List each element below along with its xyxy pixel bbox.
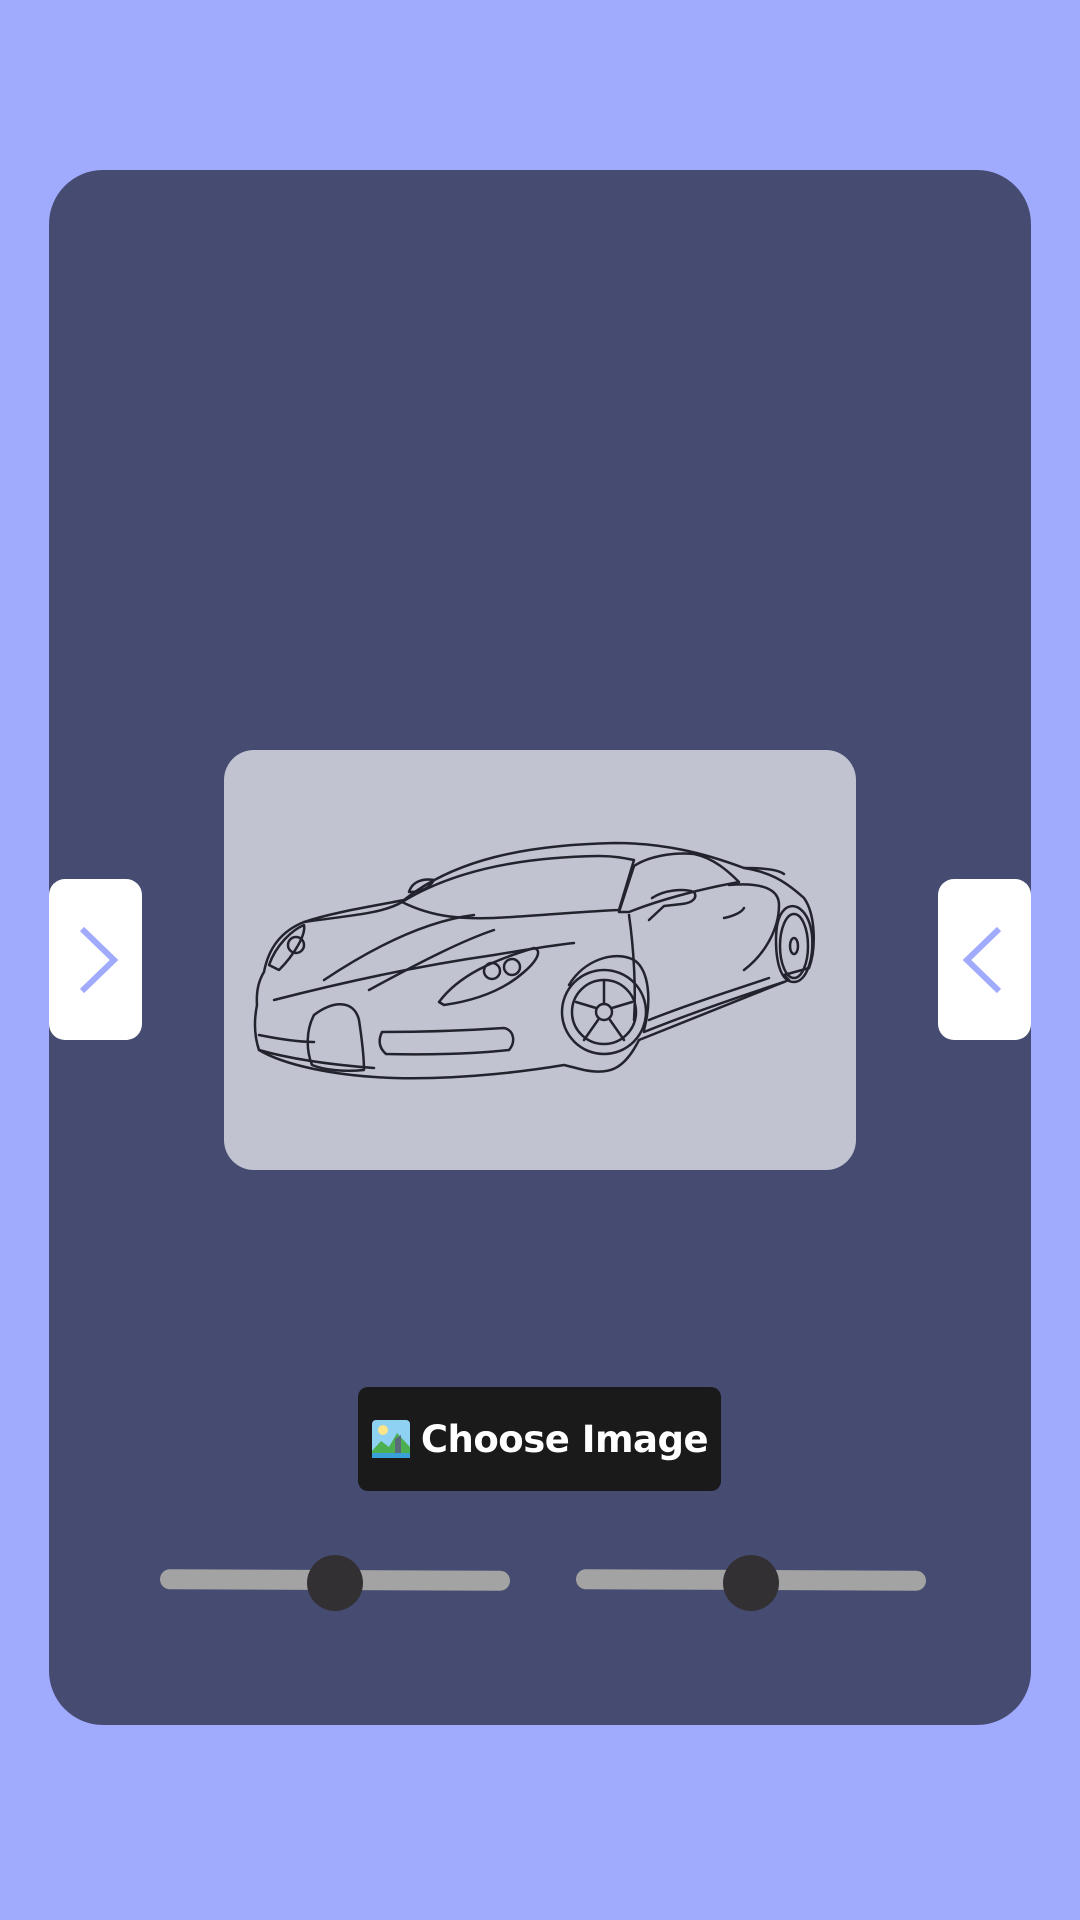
chevron-left-icon <box>962 926 1001 993</box>
slider-thumb[interactable] <box>723 1555 779 1611</box>
choose-image-button[interactable]: Choose Image <box>358 1387 721 1491</box>
picture-emoji-icon <box>371 1420 410 1458</box>
slider-1[interactable] <box>159 1555 511 1611</box>
chevron-right-icon <box>79 926 118 993</box>
next-button[interactable] <box>49 879 142 1040</box>
image-preview <box>224 750 856 1170</box>
car-sketch-image <box>253 841 815 1080</box>
slider-2[interactable] <box>575 1555 927 1611</box>
choose-image-label: Choose Image <box>420 1417 709 1461</box>
slider-thumb[interactable] <box>307 1555 363 1611</box>
previous-button[interactable] <box>938 879 1031 1040</box>
